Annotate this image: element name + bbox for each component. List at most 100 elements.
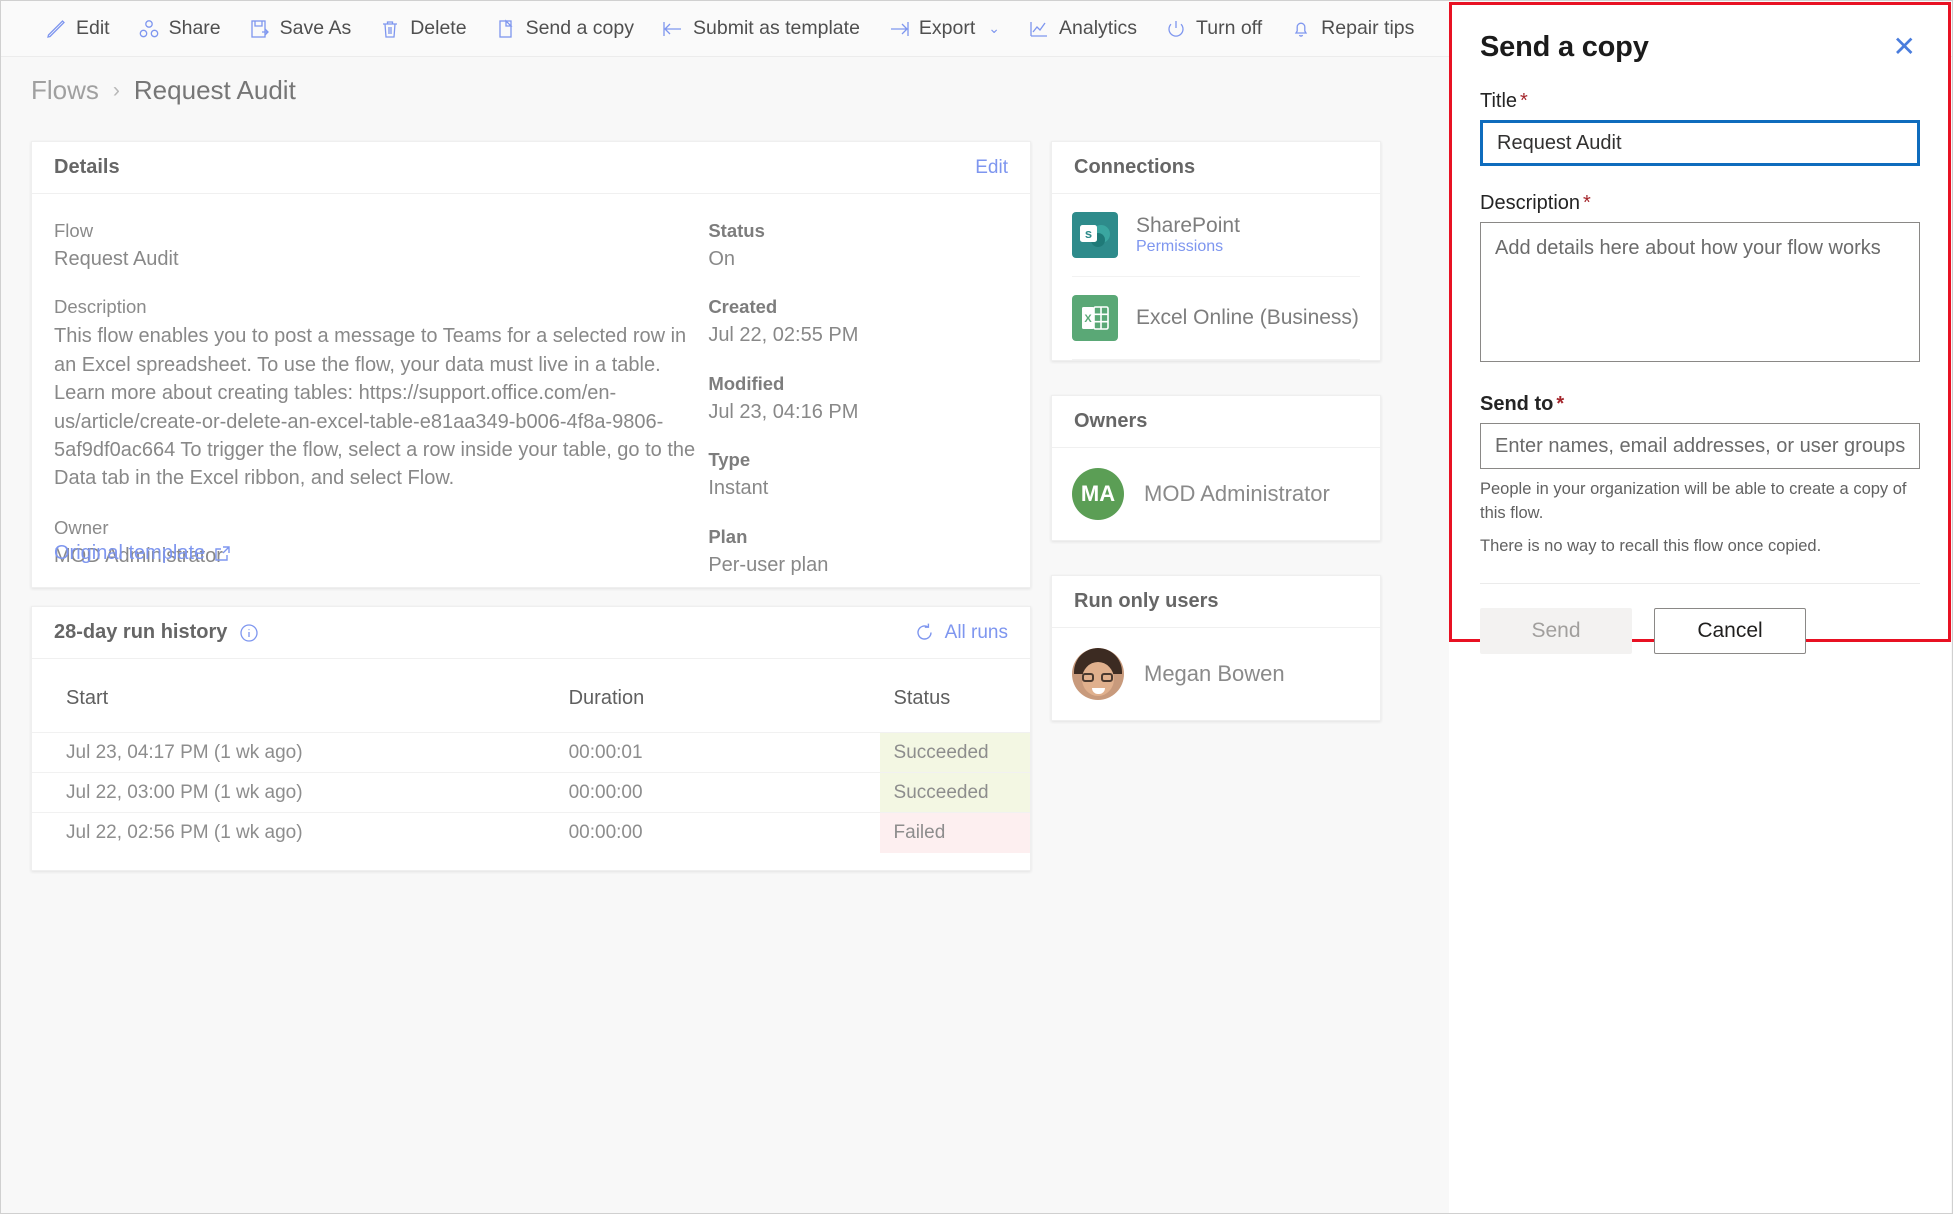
- description-textarea[interactable]: [1480, 222, 1920, 362]
- share-button[interactable]: Share: [124, 9, 235, 49]
- status-badge: Succeeded: [879, 732, 1030, 773]
- field-flow-label: Flow: [54, 220, 94, 241]
- field-flow-value: Request Audit: [54, 248, 179, 270]
- all-runs-label: All runs: [944, 621, 1008, 643]
- send-to-field-label: Send to *: [1480, 393, 1565, 415]
- send-to-input[interactable]: [1480, 423, 1920, 469]
- delete-button[interactable]: Delete: [365, 9, 480, 49]
- share-icon: [138, 18, 160, 40]
- column-header-status[interactable]: Status: [879, 659, 1030, 733]
- run-only-user-row[interactable]: Megan Bowen: [1072, 628, 1360, 720]
- app-window: Edit Share Save As Delete Send a copy Su…: [0, 0, 1953, 1214]
- breadcrumb-flows-link[interactable]: Flows: [31, 75, 99, 106]
- owners-card: Owners MA MOD Administrator: [1051, 395, 1381, 541]
- field-plan: Plan Per-user plan: [708, 526, 1008, 578]
- cancel-button[interactable]: Cancel: [1654, 607, 1806, 654]
- cell-start: Jul 23, 04:17 PM (1 wk ago): [66, 741, 303, 763]
- hint-line-1: People in your organization will be able…: [1480, 480, 1907, 522]
- breadcrumb-separator-icon: ›: [112, 78, 120, 102]
- edit-label: Edit: [76, 17, 110, 39]
- submit-as-template-button[interactable]: Submit as template: [648, 9, 874, 49]
- send-a-copy-panel: Send a copy ✕ Title* Description* Send t…: [1449, 2, 1951, 1213]
- run-only-users-card: Run only users Megan Bowen: [1051, 575, 1381, 721]
- right-rail: Connections s SharePoint Permissions X E…: [1051, 141, 1381, 755]
- field-description-value: This flow enables you to post a message …: [54, 325, 696, 490]
- owners-card-title: Owners: [1074, 410, 1148, 432]
- connection-row-sharepoint[interactable]: s SharePoint Permissions: [1072, 194, 1360, 277]
- run-history-header: 28-day run history All runs: [32, 607, 1030, 659]
- field-type-label: Type: [708, 449, 751, 471]
- required-asterisk: *: [1520, 90, 1528, 112]
- connection-name: Excel Online (Business): [1136, 306, 1359, 329]
- field-modified: Modified Jul 23, 04:16 PM: [708, 373, 1008, 425]
- details-card-header: Details Edit: [32, 142, 1030, 194]
- details-edit-link[interactable]: Edit: [975, 157, 1008, 179]
- connections-card-title: Connections: [1074, 156, 1196, 178]
- trash-icon: [379, 18, 401, 40]
- run-history-card: 28-day run history All runs Start Durati…: [31, 606, 1031, 871]
- cell-start: Jul 22, 02:56 PM (1 wk ago): [66, 821, 303, 843]
- field-modified-value: Jul 23, 04:16 PM: [708, 400, 859, 423]
- save-as-button[interactable]: Save As: [235, 9, 366, 49]
- power-icon: [1165, 18, 1187, 40]
- details-card-title: Details: [54, 156, 120, 178]
- field-description-label: Description: [54, 296, 147, 318]
- cell-duration: 00:00:00: [568, 821, 643, 843]
- column-header-start[interactable]: Start: [32, 659, 569, 733]
- send-a-copy-button[interactable]: Send a copy: [481, 9, 648, 49]
- field-created: Created Jul 22, 02:55 PM: [708, 296, 1008, 348]
- run-history-table: Start Duration Status Jul 23, 04:17 PM (…: [32, 659, 1030, 853]
- dialog-header: Send a copy ✕: [1480, 31, 1920, 64]
- original-template-link[interactable]: Original template: [54, 542, 231, 565]
- export-button[interactable]: Export ⌄: [874, 9, 1014, 49]
- connection-name: SharePoint: [1136, 214, 1240, 237]
- analytics-label: Analytics: [1059, 17, 1138, 39]
- status-badge: Failed: [879, 812, 1030, 853]
- cell-duration: 00:00:00: [568, 781, 643, 803]
- turn-off-label: Turn off: [1196, 17, 1263, 39]
- connection-permissions-link[interactable]: Permissions: [1136, 238, 1223, 255]
- field-modified-label: Modified: [708, 372, 785, 394]
- title-field-label: Title *: [1480, 90, 1528, 112]
- title-input[interactable]: [1480, 120, 1920, 166]
- close-icon[interactable]: ✕: [1889, 31, 1920, 63]
- table-row[interactable]: Jul 23, 04:17 PM (1 wk ago) 00:00:01 Suc…: [32, 732, 1030, 773]
- connection-row-excel[interactable]: X Excel Online (Business): [1072, 277, 1360, 360]
- pencil-icon: [45, 18, 67, 40]
- excel-icon: X: [1072, 295, 1118, 341]
- description-field-label: Description *: [1480, 192, 1591, 214]
- column-header-duration[interactable]: Duration: [568, 659, 880, 733]
- send-button[interactable]: Send: [1480, 607, 1632, 654]
- table-row[interactable]: Jul 22, 02:56 PM (1 wk ago) 00:00:00 Fai…: [32, 812, 1030, 853]
- all-runs-link[interactable]: All runs: [914, 622, 1008, 644]
- open-in-new-window-icon: [214, 545, 231, 562]
- breadcrumb: Flows › Request Audit: [31, 75, 296, 106]
- info-icon[interactable]: [239, 623, 259, 643]
- sharepoint-icon: s: [1072, 212, 1118, 258]
- repair-tips-label: Repair tips: [1321, 17, 1415, 39]
- turn-off-button[interactable]: Turn off: [1151, 9, 1276, 49]
- avatar: [1072, 648, 1124, 700]
- field-flow: Flow Request Audit: [54, 220, 698, 272]
- analytics-button[interactable]: Analytics: [1014, 9, 1151, 49]
- copy-icon: [495, 18, 517, 40]
- divider: [1480, 582, 1920, 584]
- details-body: Flow Request Audit Description This flow…: [32, 194, 1030, 602]
- field-type-value: Instant: [708, 477, 769, 500]
- owner-row[interactable]: MA MOD Administrator: [1072, 448, 1360, 540]
- repair-tips-button[interactable]: Repair tips: [1276, 9, 1428, 49]
- details-card: Details Edit Flow Request Audit Descript…: [31, 141, 1031, 588]
- send-a-copy-label: Send a copy: [525, 17, 634, 39]
- field-description: Description This flow enables you to pos…: [54, 296, 698, 492]
- edit-button[interactable]: Edit: [31, 9, 124, 49]
- cell-start: Jul 22, 03:00 PM (1 wk ago): [66, 781, 303, 803]
- arrow-left-bar-icon: [662, 18, 684, 40]
- field-plan-label: Plan: [708, 525, 748, 547]
- run-history-title: 28-day run history: [54, 621, 228, 643]
- dialog-footer: Send Cancel: [1480, 607, 1920, 654]
- delete-label: Delete: [410, 17, 467, 39]
- hint-line-2: There is no way to recall this flow once…: [1480, 536, 1822, 555]
- page-title: Request Audit: [133, 75, 296, 105]
- table-row[interactable]: Jul 22, 03:00 PM (1 wk ago) 00:00:00 Suc…: [32, 772, 1030, 813]
- save-as-icon: [249, 18, 271, 40]
